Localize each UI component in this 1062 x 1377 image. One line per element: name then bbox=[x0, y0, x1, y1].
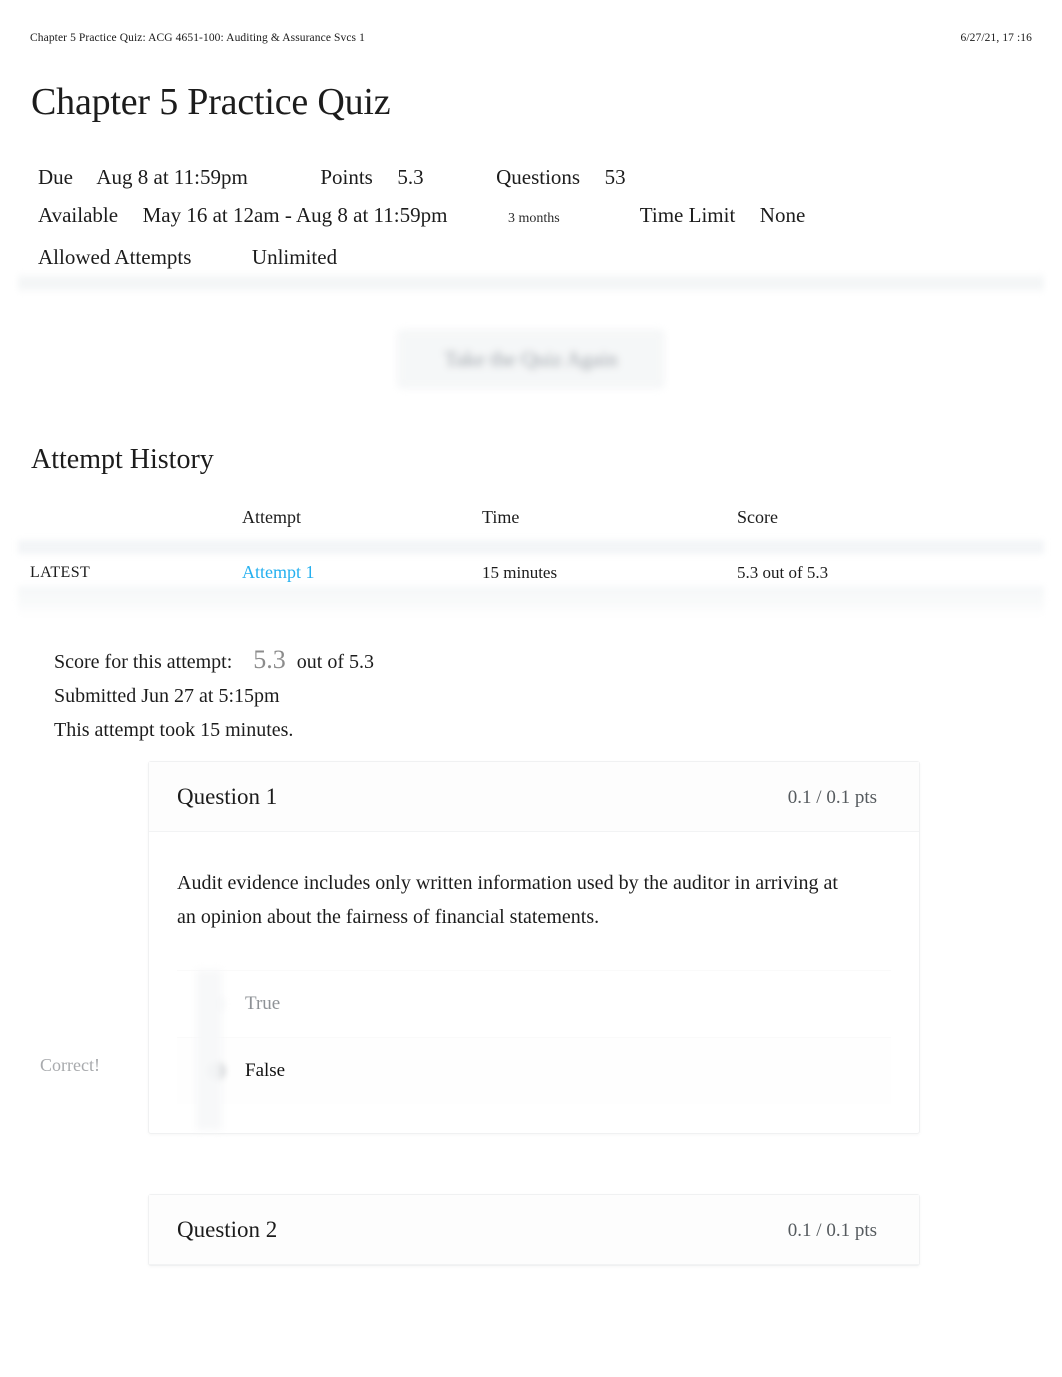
attempt-time-cell: 15 minutes bbox=[482, 562, 558, 582]
latest-badge: LATEST bbox=[30, 564, 91, 581]
answer-gutter-strip bbox=[196, 970, 222, 1130]
answer-option-false[interactable]: False bbox=[177, 1037, 891, 1104]
meta-divider bbox=[18, 272, 1044, 294]
points-label: Points bbox=[320, 165, 373, 189]
column-header-attempt: Attempt bbox=[242, 507, 301, 527]
attempt-kept-cell: LATEST bbox=[30, 545, 242, 602]
question-card-1: Question 1 0.1 / 0.1 pts Audit evidence … bbox=[148, 761, 920, 1134]
available-duration: 3 months bbox=[507, 211, 560, 226]
question-1-name: Question 1 bbox=[177, 784, 278, 809]
question-1-points: 0.1 / 0.1 pts bbox=[787, 787, 877, 808]
available-label: Available bbox=[38, 203, 119, 227]
score-value: 5.3 bbox=[253, 645, 286, 674]
score-label: Score for this attempt: bbox=[54, 651, 233, 673]
question-1-text: Audit evidence includes only written inf… bbox=[177, 872, 838, 928]
column-header-time: Time bbox=[482, 507, 520, 527]
print-header: Chapter 5 Practice Quiz: ACG 4651-100: A… bbox=[0, 28, 1062, 48]
quiz-meta-row-2: Available May 16 at 12am - Aug 8 at 11:5… bbox=[38, 196, 998, 238]
allowed-attempts-label: Allowed Attempts bbox=[38, 245, 192, 269]
column-header-score: Score bbox=[737, 507, 778, 527]
question-1-body: Audit evidence includes only written inf… bbox=[149, 832, 919, 1104]
question-2-header: Question 2 0.1 / 0.1 pts bbox=[149, 1195, 919, 1265]
attempt-history-table: Attempt Time Score LATEST Attempt 1 15 m… bbox=[30, 503, 1040, 602]
time-limit-value: None bbox=[759, 203, 806, 227]
attempt-history-heading: Attempt History bbox=[31, 444, 214, 475]
question-2-points: 0.1 / 0.1 pts bbox=[787, 1220, 877, 1241]
due-label: Due bbox=[38, 165, 73, 189]
attempt-score-cell: 5.3 out of 5.3 bbox=[737, 562, 829, 582]
question-1-header: Question 1 0.1 / 0.1 pts bbox=[149, 762, 919, 832]
question-2-name: Question 2 bbox=[177, 1217, 278, 1242]
score-summary: Score for this attempt: 5.3 out of 5.3 S… bbox=[54, 643, 374, 747]
answer-option-true[interactable]: True bbox=[177, 970, 891, 1037]
score-for-attempt-line: Score for this attempt: 5.3 out of 5.3 bbox=[54, 643, 374, 679]
allowed-attempts-value: Unlimited bbox=[251, 245, 338, 269]
question-card-2: Question 2 0.1 / 0.1 pts bbox=[148, 1194, 920, 1266]
points-value: 5.3 bbox=[397, 165, 424, 189]
questions-label: Questions bbox=[496, 165, 581, 189]
column-header-kept bbox=[30, 503, 242, 545]
attempt-1-link[interactable]: Attempt 1 bbox=[242, 562, 315, 582]
retake-quiz-button-wrapper[interactable]: Take the Quiz Again bbox=[398, 330, 664, 388]
table-row: LATEST Attempt 1 15 minutes 5.3 out of 5… bbox=[30, 545, 1040, 602]
attempt-duration-line: This attempt took 15 minutes. bbox=[54, 719, 294, 741]
time-limit-label: Time Limit bbox=[639, 203, 736, 227]
quiz-meta-row-1: Due Aug 8 at 11:59pm Points 5.3 Question… bbox=[38, 158, 998, 196]
answer-label-true: True bbox=[245, 993, 281, 1014]
quiz-meta-row-3: Allowed Attempts Unlimited bbox=[38, 238, 998, 276]
document-title: Chapter 5 Practice Quiz: ACG 4651-100: A… bbox=[30, 32, 365, 44]
score-out-of: out of 5.3 bbox=[296, 651, 375, 673]
available-value: May 16 at 12am - Aug 8 at 11:59pm bbox=[142, 203, 448, 227]
questions-value: 53 bbox=[604, 165, 626, 189]
print-timestamp: 6/27/21, 17 :16 bbox=[960, 32, 1032, 44]
quiz-metadata: Due Aug 8 at 11:59pm Points 5.3 Question… bbox=[38, 158, 998, 276]
question-1-answers: True False bbox=[177, 970, 891, 1104]
page-title: Chapter 5 Practice Quiz bbox=[31, 81, 391, 123]
due-value: Aug 8 at 11:59pm bbox=[96, 165, 248, 189]
take-the-quiz-again-button[interactable]: Take the Quiz Again bbox=[398, 330, 664, 388]
table-header-row: Attempt Time Score bbox=[30, 503, 1040, 545]
answer-label-false: False bbox=[245, 1060, 286, 1081]
correct-answer-flag: Correct! bbox=[40, 1055, 100, 1075]
submitted-line: Submitted Jun 27 at 5:15pm bbox=[54, 685, 280, 707]
attempt-number-cell: Attempt 1 bbox=[242, 545, 482, 602]
